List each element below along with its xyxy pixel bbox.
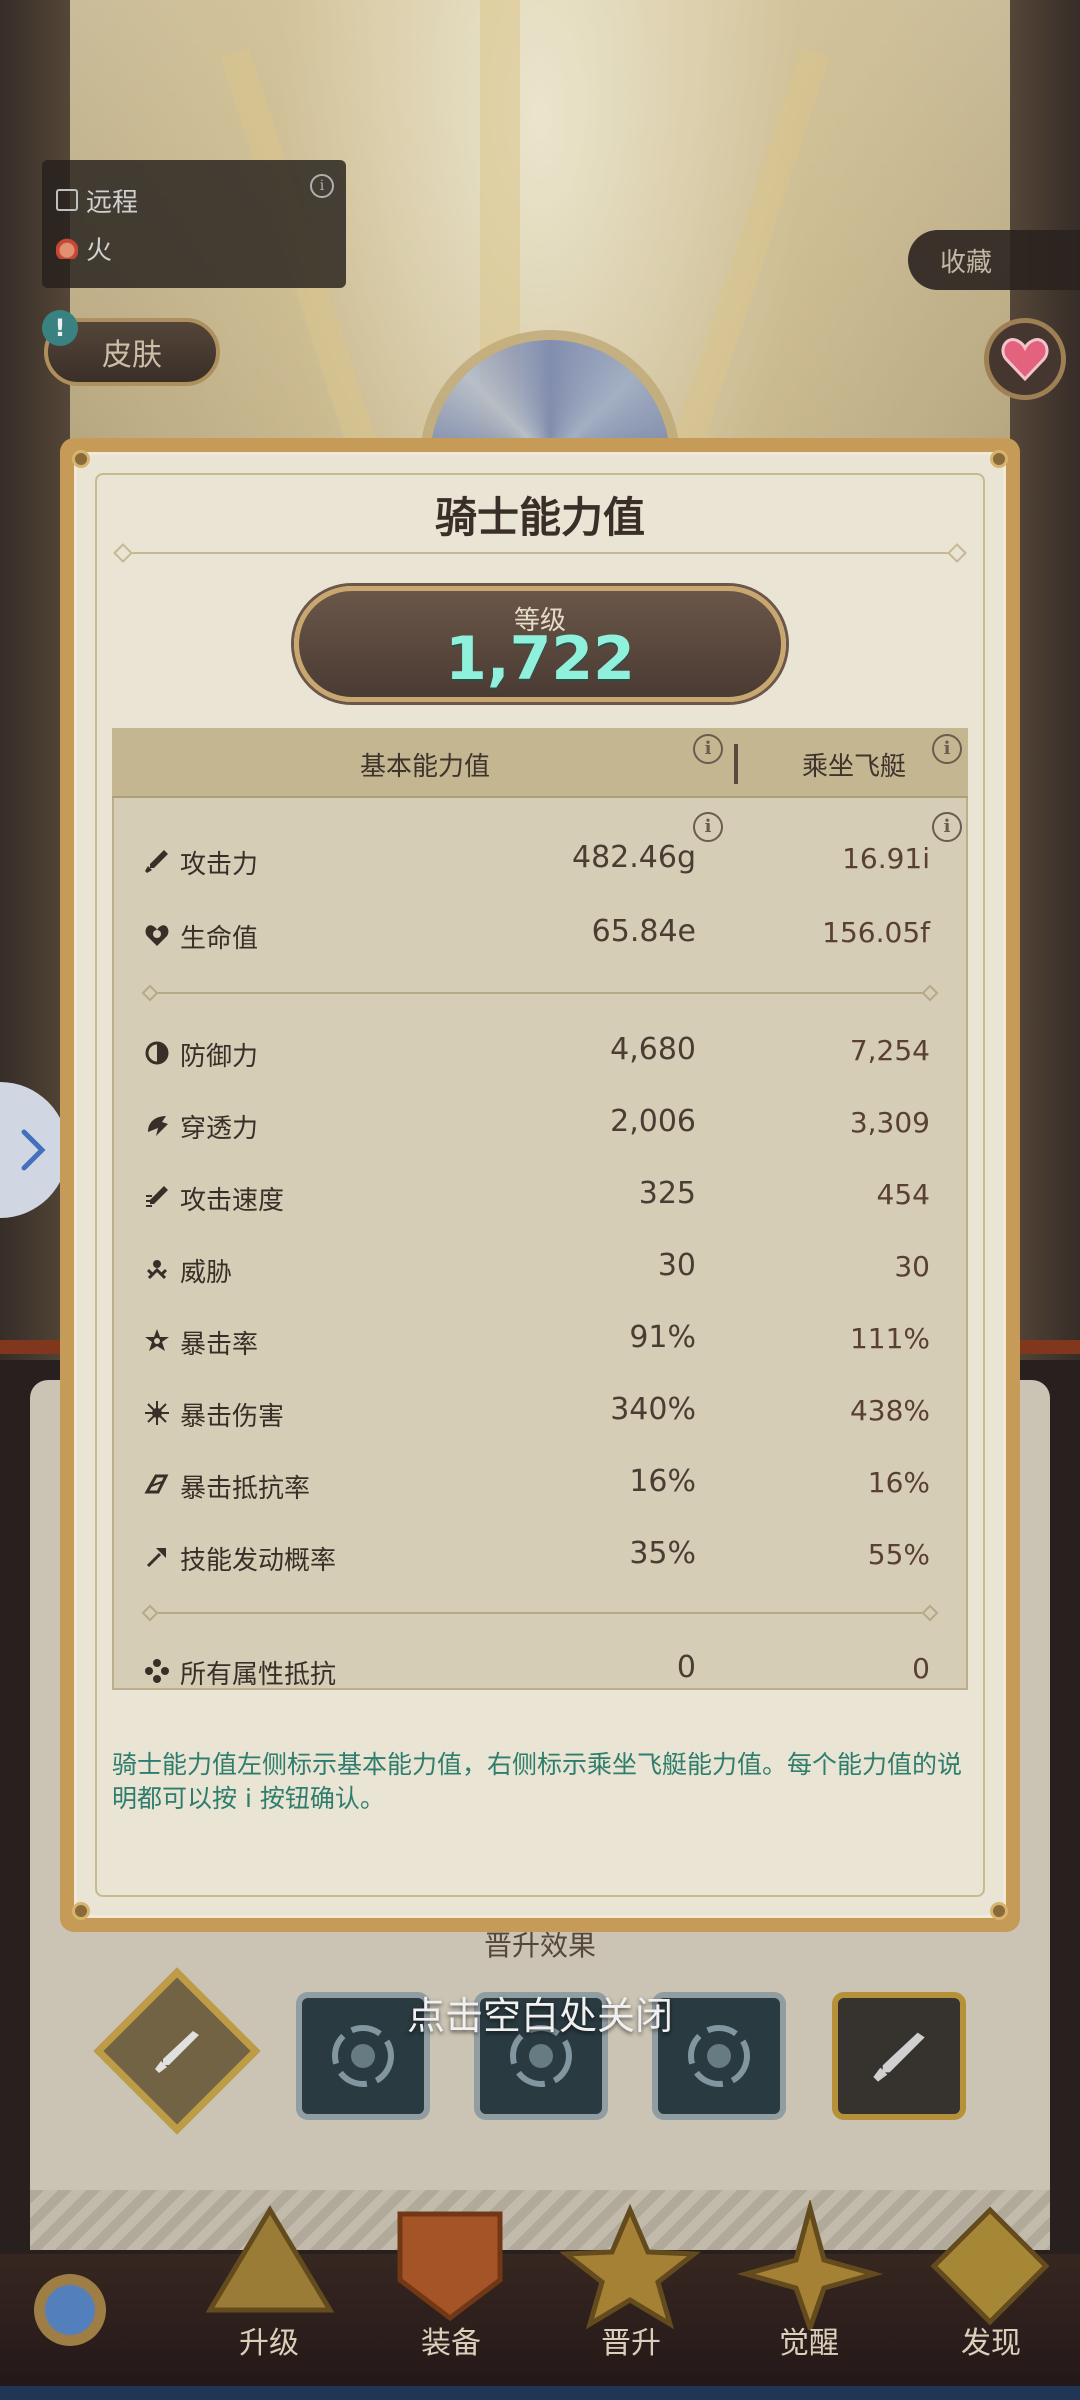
attack-speed-icon — [146, 1186, 168, 1207]
header-mount-stats: 乘坐飞艇 — [802, 752, 907, 782]
stat-base-value: 325 — [638, 1176, 696, 1211]
stat-row-attack[interactable]: 攻击力 482.46g 16.91i — [140, 836, 940, 886]
stat-row-crit-damage[interactable]: 暴击伤害 340% 438% — [140, 1388, 940, 1438]
crit-resist-icon — [144, 1474, 169, 1494]
stat-mount-value: 55% — [867, 1538, 930, 1571]
stat-base-value: 16% — [629, 1464, 696, 1499]
stat-name: 生命值 — [180, 924, 259, 954]
skill-trigger-icon — [146, 1548, 166, 1568]
stat-mount-value: 111% — [849, 1322, 930, 1355]
stat-mount-value: 0 — [912, 1652, 930, 1685]
stat-mount-value: 454 — [876, 1178, 930, 1211]
stat-row-crit-resist[interactable]: 暴击抵抗率 16% 16% — [140, 1460, 940, 1510]
sword-icon — [145, 850, 168, 873]
crit-damage-icon — [145, 1401, 169, 1425]
stat-mount-value: 30 — [894, 1250, 930, 1283]
stat-name: 技能发动概率 — [180, 1546, 337, 1576]
stat-name: 穿透力 — [180, 1114, 259, 1144]
stat-name: 防御力 — [180, 1042, 259, 1072]
threat-icon — [146, 1260, 168, 1280]
heart-shield-icon — [145, 925, 169, 946]
modal-title: 骑士能力值 — [434, 493, 645, 542]
header-base-stats: 基本能力值 — [360, 752, 491, 782]
defense-icon — [145, 1041, 169, 1065]
stat-base-value: 340% — [610, 1392, 696, 1427]
stat-mount-value: 16.91i — [842, 842, 930, 875]
stats-divider — [148, 1612, 932, 1614]
stat-base-value: 4,680 — [610, 1032, 696, 1067]
stat-name: 所有属性抵抗 — [180, 1660, 337, 1690]
title-divider — [122, 552, 958, 554]
stat-row-crit-rate[interactable]: 暴击率 91% 111% — [140, 1316, 940, 1366]
stat-name: 攻击力 — [180, 850, 259, 880]
stat-base-value: 0 — [676, 1650, 696, 1685]
level-value: 1,722 — [445, 624, 635, 694]
base-stats-info-icon[interactable]: i — [693, 734, 723, 764]
stat-mount-value: 156.05f — [822, 916, 930, 949]
stat-row-threat[interactable]: 威胁 30 30 — [140, 1244, 940, 1294]
stat-row-hp[interactable]: 生命值 65.84e 156.05f — [140, 910, 940, 960]
stat-name: 攻击速度 — [180, 1186, 285, 1216]
stat-name: 暴击抵抗率 — [180, 1474, 311, 1504]
stat-base-value: 482.46g — [571, 840, 696, 875]
corner-rivet — [72, 450, 90, 468]
corner-rivet — [990, 450, 1008, 468]
stat-name: 暴击率 — [180, 1330, 259, 1360]
stat-row-all-resist[interactable]: 所有属性抵抗 0 0 — [140, 1646, 940, 1696]
stat-row-defense[interactable]: 防御力 4,680 7,254 — [140, 1028, 940, 1078]
stats-divider — [148, 992, 932, 994]
stats-explanation: 骑士能力值左侧标示基本能力值，右侧标示乘坐飞艇能力值。每个能力值的说明都可以按 … — [112, 1750, 963, 1813]
corner-rivet — [990, 1902, 1008, 1920]
stat-mount-value: 3,309 — [849, 1106, 930, 1139]
stat-base-value: 65.84e — [591, 914, 696, 949]
stat-base-value: 30 — [657, 1248, 696, 1283]
stat-mount-value: 16% — [867, 1466, 930, 1499]
crit-rate-icon — [145, 1329, 169, 1351]
header-separator — [734, 744, 738, 784]
stat-name: 威胁 — [180, 1258, 233, 1288]
mount-stats-info-icon[interactable]: i — [932, 734, 962, 764]
stat-row-penetration[interactable]: 穿透力 2,006 3,309 — [140, 1100, 940, 1150]
stat-row-attack-speed[interactable]: 攻击速度 325 454 — [140, 1172, 940, 1222]
stat-row-skill-trigger[interactable]: 技能发动概率 35% 55% — [140, 1532, 940, 1582]
stat-base-value: 35% — [629, 1536, 696, 1571]
stat-mount-value: 438% — [849, 1394, 930, 1427]
penetration-icon — [148, 1116, 168, 1136]
corner-rivet — [72, 1902, 90, 1920]
stat-base-value: 91% — [629, 1320, 696, 1355]
stat-base-value: 2,006 — [610, 1104, 696, 1139]
all-resist-icon — [145, 1659, 169, 1683]
stat-name: 暴击伤害 — [180, 1402, 285, 1432]
stat-mount-value: 7,254 — [849, 1034, 930, 1067]
